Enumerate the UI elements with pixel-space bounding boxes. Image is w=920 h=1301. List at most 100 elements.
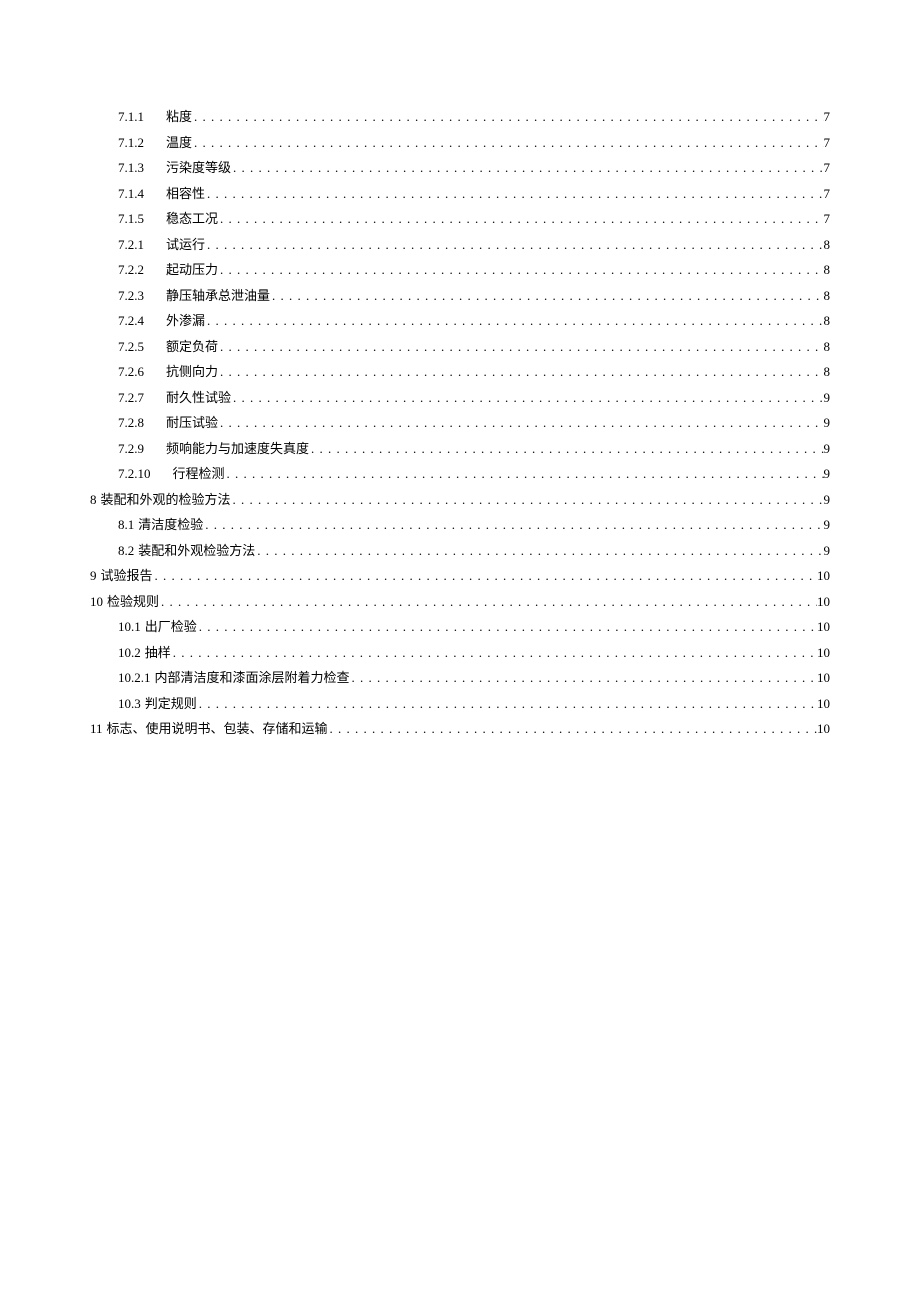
toc-entry-page: 9 bbox=[824, 493, 831, 506]
toc-entry-title: 温度 bbox=[166, 136, 192, 149]
toc-entry-title: 外渗漏 bbox=[166, 314, 205, 327]
toc-entry-page: 9 bbox=[824, 544, 831, 557]
toc-entry: 7.2.10 行程检测 . . . . . . . . . . . . . . .… bbox=[90, 467, 830, 480]
toc-leader-dots: . . . . . . . . . . . . . . . . . . . . … bbox=[218, 212, 823, 225]
toc-entry-number: 7.2.3 bbox=[118, 289, 144, 302]
toc-leader-dots: . . . . . . . . . . . . . . . . . . . . … bbox=[197, 697, 817, 710]
toc-entry-page: 9 bbox=[824, 467, 831, 480]
toc-entry-title: 稳态工况 bbox=[166, 212, 218, 225]
toc-entry: 7.2.5 额定负荷 . . . . . . . . . . . . . . . … bbox=[90, 340, 830, 353]
toc-entry-title: 清洁度检验 bbox=[138, 518, 203, 531]
toc-entry: 8.1清洁度检验 . . . . . . . . . . . . . . . .… bbox=[90, 518, 830, 531]
toc-entry-number: 8 bbox=[90, 493, 97, 506]
toc-entry-page: 10 bbox=[817, 722, 830, 735]
toc-entry-title: 抽样 bbox=[145, 646, 171, 659]
toc-entry: 10.1出厂检验 . . . . . . . . . . . . . . . .… bbox=[90, 620, 830, 633]
toc-entry: 7.1.1粘度 . . . . . . . . . . . . . . . . … bbox=[90, 110, 830, 123]
toc-entry-number: 10.2 bbox=[118, 646, 141, 659]
toc-entry: 11 标志、使用说明书、包装、存储和运输 . . . . . . . . . . … bbox=[90, 722, 830, 735]
toc-entry-page: 8 bbox=[824, 340, 831, 353]
toc-entry: 7.1.4相容性 . . . . . . . . . . . . . . . .… bbox=[90, 187, 830, 200]
toc-entry-number: 7.2.9 bbox=[118, 442, 144, 455]
toc-entry-title: 装配和外观检验方法 bbox=[138, 544, 255, 557]
toc-entry-title: 检验规则 bbox=[107, 595, 159, 608]
toc-entry-number: 8.1 bbox=[118, 518, 134, 531]
toc-entry-title: 额定负荷 bbox=[166, 340, 218, 353]
toc-leader-dots: . . . . . . . . . . . . . . . . . . . . … bbox=[192, 136, 823, 149]
toc-entry-number: 10.3 bbox=[118, 697, 141, 710]
toc-leader-dots: . . . . . . . . . . . . . . . . . . . . … bbox=[309, 442, 823, 455]
toc-entry-page: 7 bbox=[824, 110, 831, 123]
toc-entry-title: 耐压试验 bbox=[166, 416, 218, 429]
toc-entry: 9试验报告 . . . . . . . . . . . . . . . . . … bbox=[90, 569, 830, 582]
toc-leader-dots: . . . . . . . . . . . . . . . . . . . . … bbox=[350, 671, 817, 684]
toc-leader-dots: . . . . . . . . . . . . . . . . . . . . … bbox=[270, 289, 823, 302]
toc-entry-title: 标志、使用说明书、包装、存储和运输 bbox=[107, 722, 328, 735]
toc-entry-number: 7.2.1 bbox=[118, 238, 144, 251]
toc-entry-page: 8 bbox=[824, 238, 831, 251]
toc-entry-number: 10.2.1 bbox=[118, 671, 151, 684]
toc-leader-dots: . . . . . . . . . . . . . . . . . . . . … bbox=[205, 238, 823, 251]
toc-entry-page: 9 bbox=[824, 442, 831, 455]
toc-entry-number: 7.1.5 bbox=[118, 212, 144, 225]
toc-entry: 7.1.2温度 . . . . . . . . . . . . . . . . … bbox=[90, 136, 830, 149]
toc-entry: 7.2.9 频响能力与加速度失真度 . . . . . . . . . . . .… bbox=[90, 442, 830, 455]
toc-entry: 7.2.8 耐压试验 . . . . . . . . . . . . . . . … bbox=[90, 416, 830, 429]
toc-entry: 7.1.5 稳态工况 . . . . . . . . . . . . . . . … bbox=[90, 212, 830, 225]
toc-leader-dots: . . . . . . . . . . . . . . . . . . . . … bbox=[171, 646, 817, 659]
toc-entry-page: 9 bbox=[824, 518, 831, 531]
toc-entry-title: 出厂检验 bbox=[145, 620, 197, 633]
toc-entry-number: 7.2.8 bbox=[118, 416, 144, 429]
toc-leader-dots: . . . . . . . . . . . . . . . . . . . . … bbox=[153, 569, 817, 582]
toc-leader-dots: . . . . . . . . . . . . . . . . . . . . … bbox=[205, 314, 823, 327]
toc-entry-title: 频响能力与加速度失真度 bbox=[166, 442, 309, 455]
toc-entry-page: 10 bbox=[817, 697, 830, 710]
toc-leader-dots: . . . . . . . . . . . . . . . . . . . . … bbox=[218, 340, 823, 353]
toc-entry-page: 8 bbox=[824, 314, 831, 327]
toc-leader-dots: . . . . . . . . . . . . . . . . . . . . … bbox=[328, 722, 817, 735]
toc-entry: 10.2.1内部清洁度和漆面涂层附着力检查 . . . . . . . . . … bbox=[90, 671, 830, 684]
toc-entry-title: 装配和外观的检验方法 bbox=[101, 493, 231, 506]
toc-entry-number: 7.2.7 bbox=[118, 391, 144, 404]
toc-leader-dots: . . . . . . . . . . . . . . . . . . . . … bbox=[231, 493, 824, 506]
toc-entry: 7.2.4 外渗漏 . . . . . . . . . . . . . . . .… bbox=[90, 314, 830, 327]
toc-entry-title: 抗侧向力 bbox=[166, 365, 218, 378]
toc-leader-dots: . . . . . . . . . . . . . . . . . . . . … bbox=[231, 161, 823, 174]
toc-entry-title: 起动压力 bbox=[166, 263, 218, 276]
toc-entry-page: 10 bbox=[817, 595, 830, 608]
toc-entry-number: 7.2.4 bbox=[118, 314, 144, 327]
toc-entry: 7.2.6抗侧向力 . . . . . . . . . . . . . . . … bbox=[90, 365, 830, 378]
toc-entry-number: 7.1.1 bbox=[118, 110, 144, 123]
toc-entry-title: 耐久性试验 bbox=[166, 391, 231, 404]
toc-leader-dots: . . . . . . . . . . . . . . . . . . . . … bbox=[255, 544, 823, 557]
toc-entry-number: 7.2.5 bbox=[118, 340, 144, 353]
toc-entry-number: 7.1.3 bbox=[118, 161, 144, 174]
toc-leader-dots: . . . . . . . . . . . . . . . . . . . . … bbox=[218, 416, 823, 429]
toc-entry-number: 7.2.2 bbox=[118, 263, 144, 276]
toc-entry: 8 装配和外观的检验方法 . . . . . . . . . . . . . . … bbox=[90, 493, 830, 506]
toc-leader-dots: . . . . . . . . . . . . . . . . . . . . … bbox=[218, 263, 823, 276]
toc-entry-title: 判定规则 bbox=[145, 697, 197, 710]
toc-entry-number: 7.1.4 bbox=[118, 187, 144, 200]
toc-entry-number: 7.2.6 bbox=[118, 365, 144, 378]
toc-entry-page: 7 bbox=[824, 136, 831, 149]
toc-leader-dots: . . . . . . . . . . . . . . . . . . . . … bbox=[231, 391, 823, 404]
toc-entry-title: 静压轴承总泄油量 bbox=[166, 289, 270, 302]
toc-entry-number: 11 bbox=[90, 722, 103, 735]
toc-entry-page: 8 bbox=[824, 289, 831, 302]
toc-entry: 10检验规则 . . . . . . . . . . . . . . . . .… bbox=[90, 595, 830, 608]
toc-entry-number: 9 bbox=[90, 569, 97, 582]
toc-entry-title: 试运行 bbox=[166, 238, 205, 251]
toc-entry-page: 10 bbox=[817, 620, 830, 633]
toc-entry-number: 10 bbox=[90, 595, 103, 608]
toc-entry-title: 粘度 bbox=[166, 110, 192, 123]
toc-entry-page: 10 bbox=[817, 646, 830, 659]
toc-entry-page: 8 bbox=[824, 365, 831, 378]
toc-entry: 7.2.2 起动压力 . . . . . . . . . . . . . . . … bbox=[90, 263, 830, 276]
toc-entry-number: 8.2 bbox=[118, 544, 134, 557]
toc-entry-number: 7.2.10 bbox=[118, 467, 151, 480]
toc-entry-title: 行程检测 bbox=[173, 467, 225, 480]
toc-entry: 10.3 判定规则 . . . . . . . . . . . . . . . .… bbox=[90, 697, 830, 710]
toc-entry-page: 10 bbox=[817, 569, 830, 582]
toc-leader-dots: . . . . . . . . . . . . . . . . . . . . … bbox=[225, 467, 824, 480]
